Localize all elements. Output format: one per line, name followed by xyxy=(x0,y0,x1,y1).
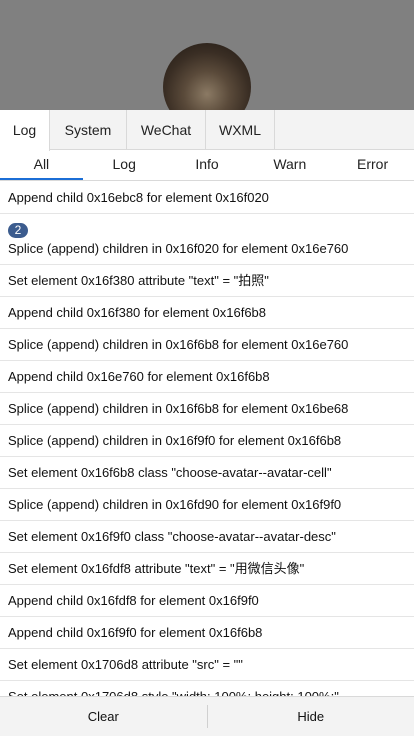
log-entry-text: Append child 0x16f9f0 for element 0x16f6… xyxy=(8,625,263,640)
log-entry-text: Set element 0x16f9f0 class "choose-avata… xyxy=(8,529,336,544)
log-entry[interactable]: Set element 0x16f6b8 class "choose-avata… xyxy=(0,457,414,489)
log-entry-text: Splice (append) children in 0x16f6b8 for… xyxy=(8,401,349,416)
clear-button[interactable]: Clear xyxy=(0,697,207,736)
level-tab-all[interactable]: All xyxy=(0,150,83,180)
log-entry-text: Append child 0x16f380 for element 0x16f6… xyxy=(8,305,267,320)
tab-system[interactable]: System xyxy=(50,110,127,150)
vconsole-panel: Log System WeChat WXML All Log Info Warn… xyxy=(0,110,414,736)
level-tab-warn[interactable]: Warn xyxy=(248,150,331,180)
log-entry[interactable]: Append child 0x16ebc8 for element 0x16f0… xyxy=(0,182,414,214)
log-entry-text: Append child 0x16e760 for element 0x16f6… xyxy=(8,369,270,384)
log-entry-text: Splice (append) children in 0x16f9f0 for… xyxy=(8,433,342,448)
page-backdrop xyxy=(0,0,414,110)
log-entry-text: Set element 0x1706d8 style "width: 100%;… xyxy=(8,689,406,696)
log-level-tab-bar: All Log Info Warn Error xyxy=(0,150,414,181)
log-entry[interactable]: Set element 0x16f9f0 class "choose-avata… xyxy=(0,521,414,553)
log-entry-text: Set element 0x16f380 attribute "text" = … xyxy=(8,273,269,288)
log-entry-text: Splice (append) children in 0x16fd90 for… xyxy=(8,497,342,512)
level-tab-error[interactable]: Error xyxy=(331,150,414,180)
log-entry-text: Splice (append) children in 0x16f6b8 for… xyxy=(8,337,349,352)
log-entry-text: Set element 0x16fdf8 attribute "text" = … xyxy=(8,561,305,576)
log-entry[interactable]: Splice (append) children in 0x16fd90 for… xyxy=(0,489,414,521)
log-entry[interactable]: Splice (append) children in 0x16f9f0 for… xyxy=(0,425,414,457)
log-entry[interactable]: Set element 0x16fdf8 attribute "text" = … xyxy=(0,553,414,585)
avatar[interactable] xyxy=(163,43,251,110)
bottom-toolbar: Clear Hide xyxy=(0,696,414,736)
log-list[interactable]: Append child 0x16ebc8 for element 0x16f0… xyxy=(0,182,414,696)
log-entry[interactable]: Append child 0x16f9f0 for element 0x16f6… xyxy=(0,617,414,649)
level-tab-info[interactable]: Info xyxy=(166,150,249,180)
log-entry[interactable]: Append child 0x16fdf8 for element 0x16f9… xyxy=(0,585,414,617)
log-entry-text: Set element 0x1706d8 attribute "src" = "… xyxy=(8,657,243,672)
log-entry[interactable]: Splice (append) children in 0x16f6b8 for… xyxy=(0,393,414,425)
log-entry[interactable]: Append child 0x16f380 for element 0x16f6… xyxy=(0,297,414,329)
repeat-count-badge: 2 xyxy=(8,223,28,238)
log-entry[interactable]: Splice (append) children in 0x16f6b8 for… xyxy=(0,329,414,361)
level-tab-log[interactable]: Log xyxy=(83,150,166,180)
tab-wechat[interactable]: WeChat xyxy=(127,110,206,150)
hide-button[interactable]: Hide xyxy=(208,697,414,736)
log-entry-text: Append child 0x16ebc8 for element 0x16f0… xyxy=(8,190,269,205)
log-entry[interactable]: Set element 0x16f380 attribute "text" = … xyxy=(0,265,414,297)
log-entry[interactable]: Append child 0x16e760 for element 0x16f6… xyxy=(0,361,414,393)
log-entry-text: Set element 0x16f6b8 class "choose-avata… xyxy=(8,465,332,480)
log-entry-text: Append child 0x16fdf8 for element 0x16f9… xyxy=(8,593,259,608)
top-tab-bar: Log System WeChat WXML xyxy=(0,110,414,151)
log-entry-text: Splice (append) children in 0x16f020 for… xyxy=(8,241,349,256)
tab-log[interactable]: Log xyxy=(0,110,50,151)
tab-wxml[interactable]: WXML xyxy=(206,110,275,150)
log-entry[interactable]: Set element 0x1706d8 style "width: 100%;… xyxy=(0,681,414,696)
log-entry[interactable]: Set element 0x1706d8 attribute "src" = "… xyxy=(0,649,414,681)
tab-bar-filler xyxy=(275,110,414,149)
log-entry[interactable]: 2 Splice (append) children in 0x16f020 fo… xyxy=(0,214,414,265)
